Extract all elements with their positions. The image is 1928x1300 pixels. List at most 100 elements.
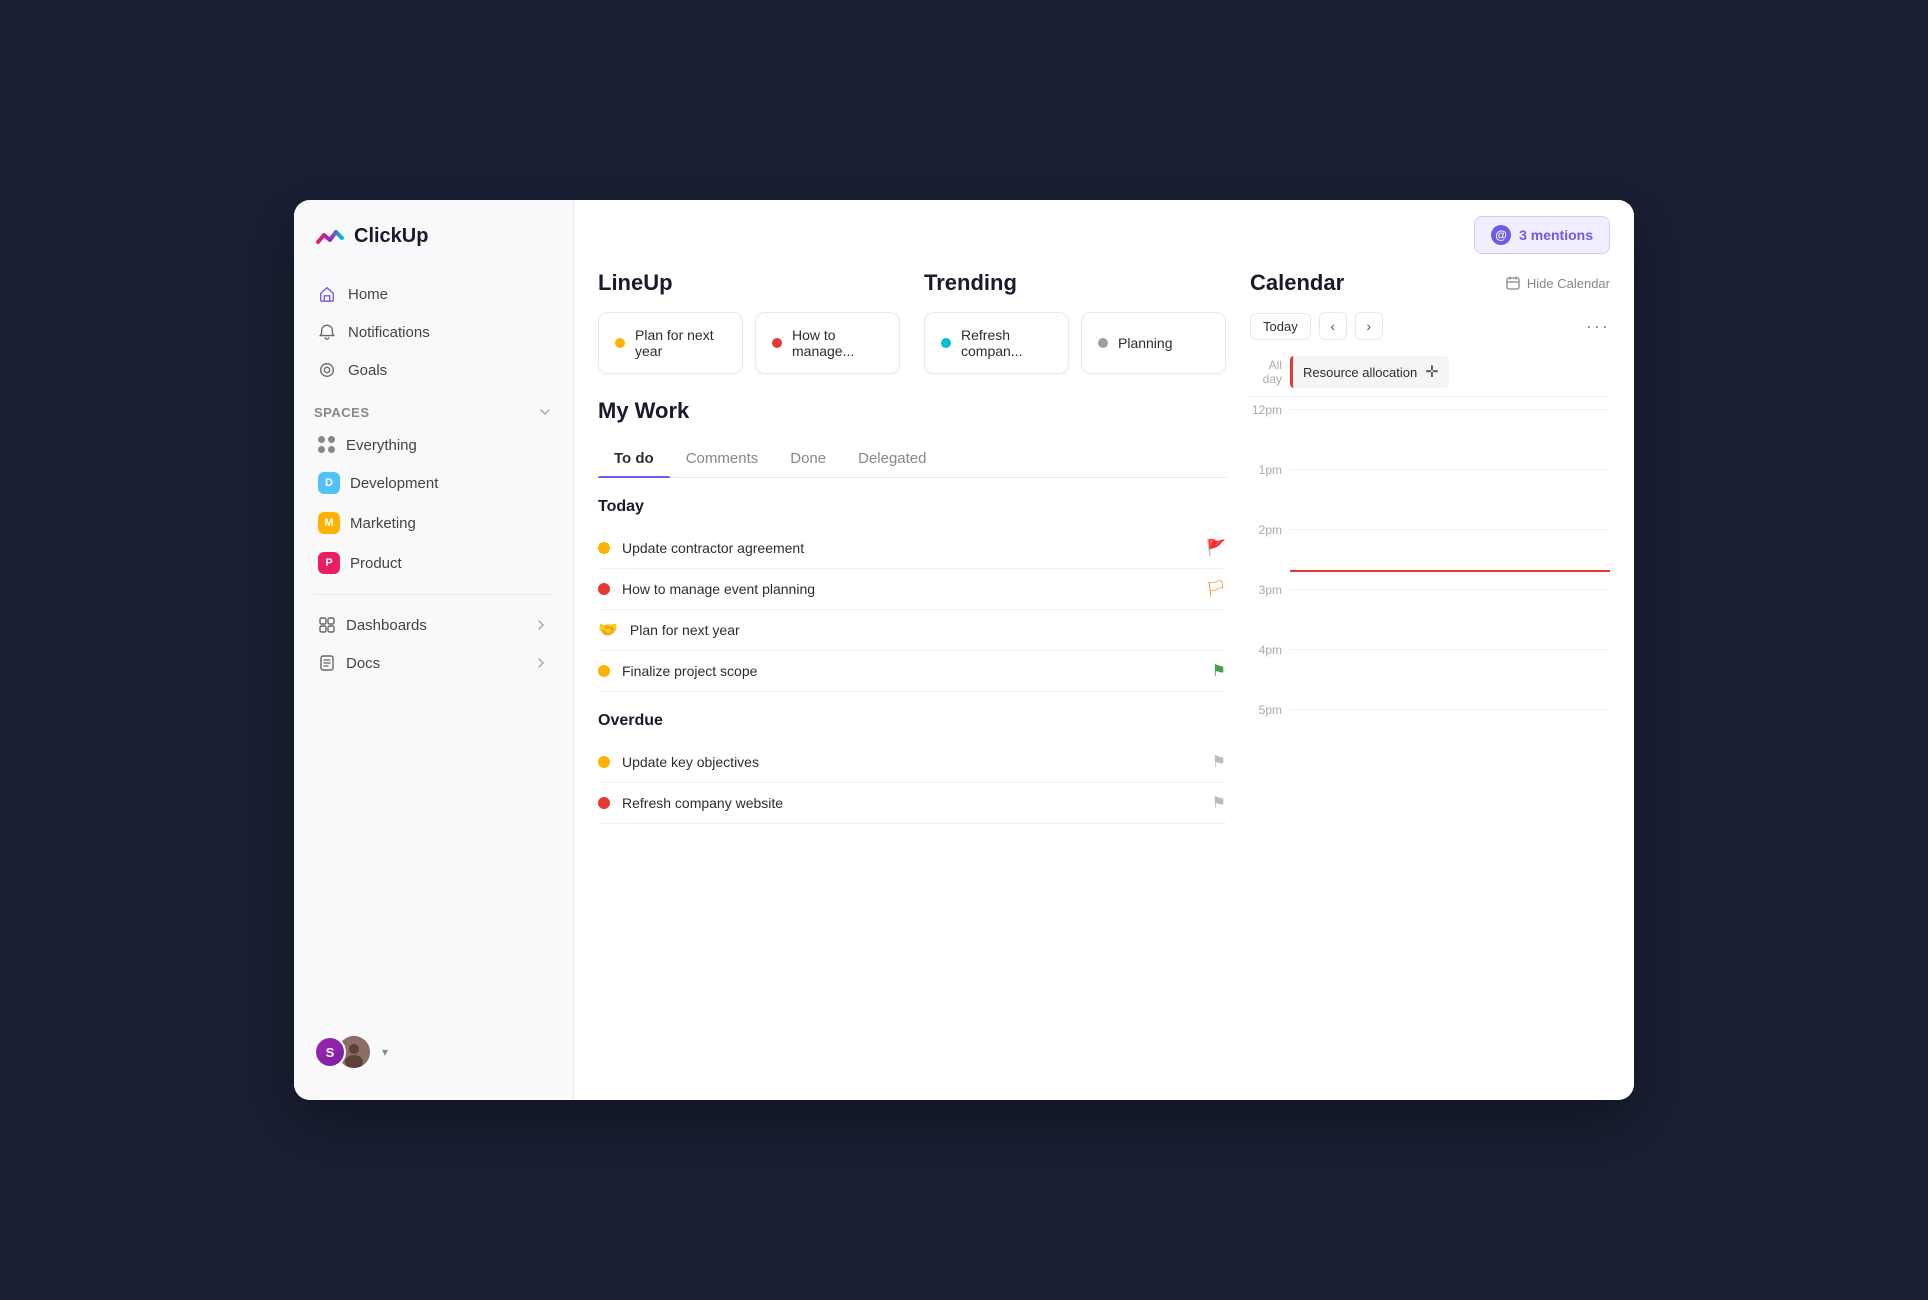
- trending-cards: Refresh compan... Planning: [924, 312, 1226, 374]
- spaces-list: Everything D Development M Marketing P P…: [294, 428, 573, 582]
- task-item[interactable]: How to manage event planning 🏳: [598, 569, 1226, 610]
- hide-calendar-button[interactable]: Hide Calendar: [1505, 275, 1610, 291]
- calendar-controls: Today ‹ › ···: [1250, 312, 1610, 340]
- allday-row: All day Resource allocation ✛: [1250, 348, 1610, 397]
- main-header: @ 3 mentions: [574, 200, 1634, 270]
- main-body: LineUp Plan for next year How to manage.…: [574, 270, 1634, 1100]
- next-arrow-button[interactable]: ›: [1355, 312, 1383, 340]
- everything-label: Everything: [346, 437, 417, 454]
- task-flag: 🚩: [1206, 538, 1226, 558]
- lineup-card-manage[interactable]: How to manage...: [755, 312, 900, 374]
- time-label-4pm: 4pm: [1250, 641, 1290, 657]
- current-time-indicator: [1290, 570, 1610, 572]
- product-dot: P: [318, 552, 340, 574]
- task-emoji: 🤝: [598, 620, 618, 640]
- task-name: How to manage event planning: [622, 581, 815, 597]
- task-name: Update contractor agreement: [622, 540, 804, 556]
- sidebar-item-everything[interactable]: Everything: [306, 428, 561, 462]
- sidebar-item-goals[interactable]: Goals: [306, 352, 561, 388]
- development-dot: D: [318, 472, 340, 494]
- task-flag: 🏳: [1206, 579, 1226, 599]
- trending-card-refresh-label: Refresh compan...: [961, 327, 1052, 359]
- task-item-overdue[interactable]: Update key objectives ⚑: [598, 742, 1226, 783]
- right-panel: Calendar Hide Calendar Today ‹ › ···: [1250, 270, 1610, 1076]
- task-name: Finalize project scope: [622, 663, 757, 679]
- dashboard-icon: [318, 616, 336, 634]
- sidebar-footer: S ▾: [294, 1024, 573, 1080]
- task-dot: [598, 583, 610, 595]
- task-item-overdue[interactable]: Refresh company website ⚑: [598, 783, 1226, 824]
- sidebar-bottom-nav: Dashboards Docs: [294, 607, 573, 681]
- main-content: @ 3 mentions LineUp Plan for next year: [574, 200, 1634, 1100]
- dashboards-chevron-icon: [533, 617, 549, 633]
- prev-arrow-button[interactable]: ‹: [1319, 312, 1347, 340]
- task-item[interactable]: Finalize project scope ⚑: [598, 651, 1226, 692]
- chevron-down-icon: [537, 404, 553, 420]
- time-row-3pm: 3pm: [1250, 581, 1610, 641]
- task-item[interactable]: Update contractor agreement 🚩: [598, 528, 1226, 569]
- tab-todo[interactable]: To do: [598, 440, 670, 477]
- grid-icon: [318, 436, 336, 454]
- task-flag: ⚑: [1212, 752, 1226, 772]
- task-flag: ⚑: [1212, 793, 1226, 813]
- calendar-body: All day Resource allocation ✛ 12pm: [1250, 348, 1610, 1076]
- time-label-5pm: 5pm: [1250, 701, 1290, 717]
- overdue-section: Overdue Update key objectives ⚑: [598, 712, 1226, 824]
- lineup-card-plan[interactable]: Plan for next year: [598, 312, 743, 374]
- lineup-dot-plan: [615, 338, 625, 348]
- avatar-group[interactable]: S: [314, 1036, 370, 1068]
- today-label: Today: [598, 498, 1226, 516]
- tab-done[interactable]: Done: [774, 440, 842, 477]
- sidebar-item-home[interactable]: Home: [306, 276, 561, 312]
- app-container: ClickUp Home Notifications: [294, 200, 1634, 1100]
- trending-section: Trending Refresh compan... Planning: [924, 270, 1226, 374]
- trending-card-planning[interactable]: Planning: [1081, 312, 1226, 374]
- time-line: [1290, 529, 1610, 530]
- sidebar-item-docs[interactable]: Docs: [306, 645, 561, 681]
- time-row-1pm: 1pm: [1250, 461, 1610, 521]
- time-label-1pm: 1pm: [1250, 461, 1290, 477]
- today-button[interactable]: Today: [1250, 313, 1311, 340]
- task-name: Refresh company website: [622, 795, 783, 811]
- logo[interactable]: ClickUp: [294, 220, 573, 276]
- sidebar-item-dashboards[interactable]: Dashboards: [306, 607, 561, 643]
- resource-event[interactable]: Resource allocation ✛: [1290, 356, 1449, 388]
- task-item[interactable]: 🤝 Plan for next year: [598, 610, 1226, 651]
- time-row-2pm: 2pm: [1250, 521, 1610, 581]
- trending-card-planning-label: Planning: [1118, 335, 1173, 351]
- my-work-section: My Work To do Comments Done Delegated To…: [598, 398, 1226, 1076]
- lineup-card-manage-label: How to manage...: [792, 327, 883, 359]
- sidebar-item-marketing[interactable]: M Marketing: [306, 504, 561, 542]
- time-row-5pm: 5pm: [1250, 701, 1610, 761]
- lineup-trending-row: LineUp Plan for next year How to manage.…: [598, 270, 1226, 374]
- time-label-2pm: 2pm: [1250, 521, 1290, 537]
- docs-label: Docs: [346, 655, 380, 672]
- sidebar-item-development[interactable]: D Development: [306, 464, 561, 502]
- tab-comments[interactable]: Comments: [670, 440, 775, 477]
- lineup-dot-manage: [772, 338, 782, 348]
- avatar-chevron-icon[interactable]: ▾: [382, 1045, 388, 1059]
- lineup-card-plan-label: Plan for next year: [635, 327, 726, 359]
- marketing-dot: M: [318, 512, 340, 534]
- hide-calendar-label: Hide Calendar: [1527, 276, 1610, 291]
- dashboards-label: Dashboards: [346, 617, 427, 634]
- overdue-label: Overdue: [598, 712, 1226, 730]
- lineup-title: LineUp: [598, 270, 900, 296]
- sidebar-divider: [314, 594, 553, 595]
- sidebar-item-notifications[interactable]: Notifications: [306, 314, 561, 350]
- target-icon: [318, 361, 336, 379]
- calendar-title: Calendar: [1250, 270, 1344, 296]
- task-dot: [598, 756, 610, 768]
- time-label-12pm: 12pm: [1250, 401, 1290, 417]
- mentions-badge[interactable]: @ 3 mentions: [1474, 216, 1610, 254]
- move-cursor-icon: ✛: [1425, 362, 1438, 382]
- marketing-label: Marketing: [350, 515, 416, 532]
- left-panel: LineUp Plan for next year How to manage.…: [598, 270, 1226, 1076]
- calendar-more-button[interactable]: ···: [1586, 316, 1610, 337]
- sidebar-item-product[interactable]: P Product: [306, 544, 561, 582]
- lineup-section: LineUp Plan for next year How to manage.…: [598, 270, 900, 374]
- trending-card-refresh[interactable]: Refresh compan...: [924, 312, 1069, 374]
- trending-dot-planning: [1098, 338, 1108, 348]
- tab-delegated[interactable]: Delegated: [842, 440, 942, 477]
- home-icon: [318, 285, 336, 303]
